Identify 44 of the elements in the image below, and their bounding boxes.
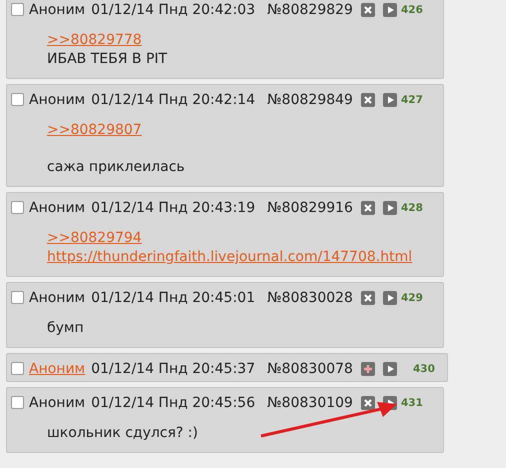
post-date: 01/12/14 Пнд 20:43:19 xyxy=(91,200,256,216)
play-icon[interactable] xyxy=(382,200,397,214)
post-date: 01/12/14 Пнд 20:42:03 xyxy=(91,2,256,18)
author-name: Аноним xyxy=(29,394,86,410)
author-name: Аноним xyxy=(29,92,86,108)
post-number[interactable]: №80829916 xyxy=(267,200,353,216)
checkbox[interactable] xyxy=(11,396,24,409)
checkbox[interactable] xyxy=(11,93,24,106)
post-number[interactable]: №80830078 xyxy=(267,360,353,376)
play-icon[interactable] xyxy=(382,92,397,106)
hide-icon[interactable] xyxy=(360,396,375,410)
post-counter: 428 xyxy=(400,202,423,214)
post-date: 01/12/14 Пнд 20:45:37 xyxy=(91,360,256,376)
post-date: 01/12/14 Пнд 20:42:14 xyxy=(91,92,256,108)
post-counter: 426 xyxy=(400,4,423,16)
author-name: Аноним xyxy=(29,2,86,18)
post-text: ИБАВ ТЕБЯ В PIT xyxy=(47,50,168,69)
expand-icon[interactable] xyxy=(360,362,375,376)
post-text: сажа приклеилась xyxy=(47,158,185,177)
checkbox[interactable] xyxy=(11,291,24,304)
post-number[interactable]: №80829849 xyxy=(267,92,353,108)
post-date: 01/12/14 Пнд 20:45:01 xyxy=(91,290,256,306)
checkbox[interactable] xyxy=(11,201,24,214)
post-text: школьник сдулся? :) xyxy=(47,424,198,443)
hide-icon[interactable] xyxy=(360,200,375,214)
checkbox[interactable] xyxy=(11,362,24,375)
hide-icon[interactable] xyxy=(360,92,375,106)
post-text: бумп xyxy=(47,319,84,338)
post-number[interactable]: №80829829 xyxy=(267,2,353,18)
post-number[interactable]: №80830028 xyxy=(267,290,353,306)
play-icon[interactable] xyxy=(382,362,397,376)
hide-icon[interactable] xyxy=(360,2,375,16)
author-name: Аноним xyxy=(29,290,86,306)
post-counter: 431 xyxy=(400,396,423,408)
hide-icon[interactable] xyxy=(360,290,375,304)
checkbox[interactable] xyxy=(11,3,24,16)
play-icon[interactable] xyxy=(382,2,397,16)
post-counter: 430 xyxy=(412,362,435,374)
post-counter: 427 xyxy=(400,94,423,106)
post-date: 01/12/14 Пнд 20:45:56 xyxy=(91,394,256,410)
post-counter: 429 xyxy=(400,292,423,304)
play-icon[interactable] xyxy=(382,290,397,304)
author-name: Аноним xyxy=(29,200,86,216)
post-number[interactable]: №80830109 xyxy=(267,394,353,410)
